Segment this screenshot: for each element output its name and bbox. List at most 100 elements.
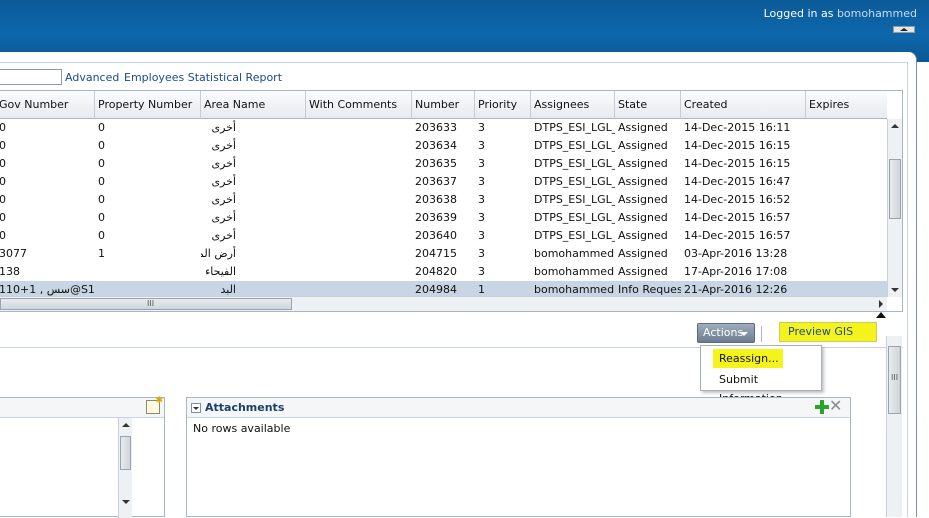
page-vscroll-grip: III xyxy=(891,373,899,382)
table-cell: 03-Apr-2016 13:28 xyxy=(684,247,788,260)
attachments-header: Attachments xyxy=(187,398,850,418)
table-cell xyxy=(806,281,887,297)
page-vscroll-thumb[interactable]: III xyxy=(888,346,901,414)
comments-scroll-thumb[interactable] xyxy=(120,436,131,470)
hscroll-grip: III xyxy=(147,299,155,308)
table-cell: Assigned xyxy=(618,157,668,170)
table-cell: 14-Dec-2015 16:57 xyxy=(684,229,791,242)
table-cell: Assigned xyxy=(618,229,668,242)
table-cell: Info Reques xyxy=(618,283,681,296)
table-row[interactable]: 3077 1 أرض المستودعات 204715 3 bomohammed (UA… xyxy=(0,245,887,263)
login-username[interactable]: bomohammed xyxy=(837,7,917,20)
table-vertical-scrollbar[interactable] xyxy=(887,119,902,297)
table-cell: Assigned xyxy=(618,193,668,206)
search-input[interactable] xyxy=(0,69,62,85)
table-cell: DTPS_ESI_LGL_L xyxy=(534,211,615,224)
scroll-up-icon[interactable] xyxy=(891,124,899,128)
actions-menu-button[interactable]: Actions xyxy=(697,323,755,343)
actions-bar: Actions Preview GIS Plot xyxy=(0,318,903,356)
login-status: Logged in as bomohammed xyxy=(764,7,917,20)
table-cell xyxy=(806,173,887,191)
table-cell: 0 xyxy=(98,175,105,188)
col-area-name[interactable]: Area Name xyxy=(201,91,306,119)
table-row[interactable]: 00 أخرى 203638 3 DTPS_ESI_LGL_LAssigned 14-De… xyxy=(0,191,887,209)
table-cell: bomohammed (U xyxy=(534,247,615,260)
table-cell xyxy=(806,263,887,281)
table-row[interactable]: 138 الفيحاء 204820 3 bomohammed (UAssigned 17… xyxy=(0,263,887,281)
advanced-link[interactable]: Advanced xyxy=(65,71,119,84)
comments-scroll-down-icon[interactable] xyxy=(122,500,130,504)
table-row[interactable]: 00 أخرى 203633 3 DTPS_ESI_LGL_LAssigned 14-De… xyxy=(0,119,887,137)
menu-item-submit-information[interactable]: Submit Information xyxy=(701,370,821,405)
table-cell: Assigned xyxy=(618,175,668,188)
table-cell: أخرى xyxy=(211,157,236,170)
table-cell: 14-Dec-2015 16:15 xyxy=(684,139,791,152)
table-cell xyxy=(306,119,412,137)
add-comment-icon[interactable] xyxy=(146,396,163,414)
table-cell xyxy=(806,119,887,137)
attachments-empty-text: No rows available xyxy=(193,422,291,435)
table-row[interactable]: 00 أخرى 203634 3 DTPS_ESI_LGL_LAssigned 14-De… xyxy=(0,137,887,155)
employees-statistical-report-link[interactable]: Employees Statistical Report xyxy=(124,71,282,84)
attachments-collapse-icon[interactable] xyxy=(191,403,201,413)
table-cell: 138 xyxy=(0,265,20,278)
table-cell xyxy=(806,245,887,263)
table-cell: 3 xyxy=(478,229,485,242)
table-cell: DTPS_ESI_LGL_L xyxy=(534,139,615,152)
table-cell: 203637 xyxy=(415,175,457,188)
table-cell: Assigned xyxy=(618,139,668,152)
col-created[interactable]: Created xyxy=(681,91,806,119)
collapse-header-button[interactable] xyxy=(893,26,915,33)
vscroll-thumb[interactable] xyxy=(889,159,901,219)
table-cell: 3 xyxy=(478,157,485,170)
table-cell: 203635 xyxy=(415,157,457,170)
table-cell: 203639 xyxy=(415,211,457,224)
table-cell xyxy=(306,137,412,155)
col-priority[interactable]: Priority xyxy=(475,91,531,119)
scroll-down-icon[interactable] xyxy=(891,288,899,292)
table-cell: Assigned xyxy=(618,265,668,278)
table-cell: DTPS_ESI_LGL_L xyxy=(534,193,615,206)
scroll-right-icon[interactable] xyxy=(879,300,883,308)
col-property-number[interactable]: Property Number xyxy=(95,91,201,119)
col-with-comments[interactable]: With Comments xyxy=(306,91,412,119)
delete-attachment-icon[interactable]: ✕ xyxy=(829,398,845,414)
table-cell: 3 xyxy=(478,139,485,152)
table-cell: 1 xyxy=(478,283,485,296)
table-cell xyxy=(306,191,412,209)
comments-scroll-up-icon[interactable] xyxy=(122,423,130,427)
table-row[interactable]: 110+1 , سس@S110+. 3636 البد 204984 1 bomoham… xyxy=(0,281,887,297)
table-cell: 0 xyxy=(0,227,95,245)
table-cell: 110+1 , سس@S110+. 3636 xyxy=(0,283,95,296)
login-prefix: Logged in as xyxy=(763,7,834,20)
preview-gis-plot-button[interactable]: Preview GIS Plot xyxy=(779,322,877,356)
col-expires[interactable]: Expires xyxy=(806,91,887,119)
table-horizontal-scrollbar[interactable]: III xyxy=(0,296,887,311)
table-row[interactable]: 00 أخرى 203640 3 DTPS_ESI_LGL_LAssigned 14-De… xyxy=(0,227,887,245)
col-state[interactable]: State xyxy=(615,91,681,119)
col-gov-number[interactable]: Gov Number xyxy=(0,91,95,119)
table-cell: 0 xyxy=(0,137,95,155)
table-cell: 203634 xyxy=(415,139,457,152)
col-assignees[interactable]: Assignees xyxy=(531,91,615,119)
table-cell: DTPS_ESI_LGL_L xyxy=(534,121,615,134)
col-number[interactable]: Number xyxy=(412,91,475,119)
table-cell: البد xyxy=(220,283,236,296)
table-cell: 0 xyxy=(98,139,105,152)
table-cell: أرض المستودعات xyxy=(201,247,236,260)
table-cell: 14-Dec-2015 16:15 xyxy=(684,157,791,170)
table-cell: 21-Apr-2016 12:26 xyxy=(684,283,788,296)
menu-item-reassign[interactable]: Reassign... xyxy=(713,349,783,368)
table-row[interactable]: 00 أخرى 203639 3 DTPS_ESI_LGL_LAssigned 14-De… xyxy=(0,209,887,227)
table-cell: 0 xyxy=(98,193,105,206)
page-vertical-scrollbar[interactable]: III xyxy=(886,336,902,517)
table-cell: 0 xyxy=(98,121,105,134)
comments-scrollbar[interactable] xyxy=(118,418,132,518)
table-cell: أخرى xyxy=(211,139,236,152)
table-row[interactable]: 00 أخرى 203635 3 DTPS_ESI_LGL_LAssigned 14-De… xyxy=(0,155,887,173)
chevron-down-icon xyxy=(740,332,748,336)
table-cell: 0 xyxy=(0,155,95,173)
table-row[interactable]: 00 أخرى 203637 3 DTPS_ESI_LGL_LAssigned 14-De… xyxy=(0,173,887,191)
add-attachment-icon[interactable] xyxy=(815,400,829,414)
hscroll-thumb[interactable]: III xyxy=(0,298,292,310)
